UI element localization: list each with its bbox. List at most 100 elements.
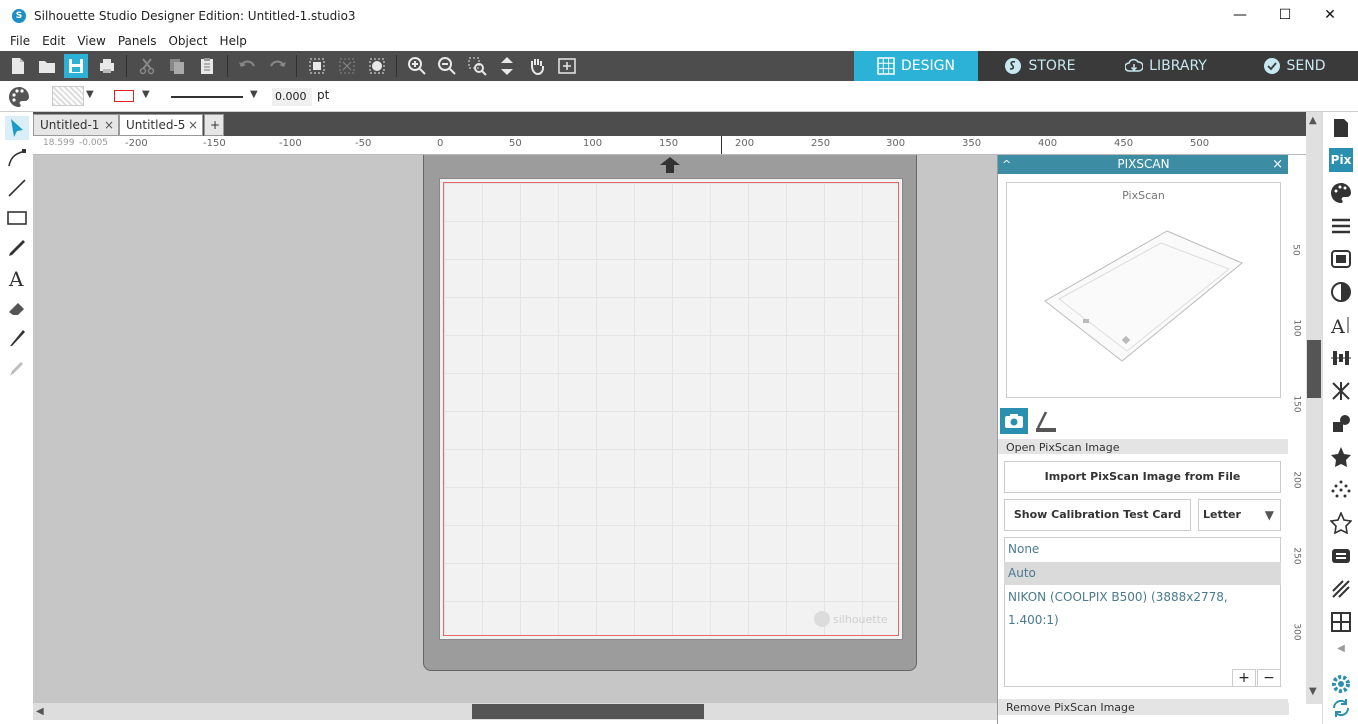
zoom-out-icon[interactable] — [435, 54, 459, 78]
rectangle-tool-icon[interactable] — [5, 206, 29, 230]
palette-icon[interactable] — [7, 85, 31, 109]
add-tab-button[interactable]: + — [204, 114, 224, 136]
contrast-icon[interactable] — [1329, 280, 1353, 304]
save-icon[interactable] — [64, 54, 88, 78]
tab-store[interactable]: STORE — [978, 51, 1102, 81]
minimize-button[interactable]: — — [1217, 0, 1263, 31]
import-pixscan-button[interactable]: Import PixScan Image from File — [1004, 461, 1281, 493]
tab-design[interactable]: DESIGN — [854, 51, 978, 81]
select-arrow-icon[interactable] — [5, 116, 29, 140]
point-edit-icon[interactable] — [5, 146, 29, 170]
undo-icon[interactable] — [235, 54, 259, 78]
vertical-scrollbar[interactable]: ▲ ▼ — [1306, 112, 1322, 704]
ungroup-icon[interactable] — [335, 54, 359, 78]
group-icon[interactable] — [305, 54, 329, 78]
zoom-fit-icon[interactable] — [555, 54, 579, 78]
paste-icon[interactable] — [195, 54, 219, 78]
line-style-icon[interactable] — [1329, 214, 1353, 238]
property-bar: ▼ ▼ ▼ 0.000 pt — [0, 81, 1358, 112]
fill-palette-icon[interactable] — [1329, 181, 1353, 205]
copy-icon[interactable] — [165, 54, 189, 78]
scanner-icon[interactable] — [1032, 408, 1060, 434]
chevron-down-icon[interactable]: ▼ — [250, 89, 258, 100]
doc-tab-untitled-1[interactable]: Untitled-1 × — [33, 114, 119, 136]
tab-send[interactable]: SEND — [1230, 51, 1358, 81]
line-width-input[interactable]: 0.000 — [272, 88, 312, 106]
close-tab-icon[interactable]: × — [104, 115, 114, 135]
fill-pattern-swatch[interactable] — [52, 86, 84, 106]
page-setup-icon[interactable] — [1329, 116, 1353, 140]
menu-help[interactable]: Help — [214, 34, 253, 48]
menu-file[interactable]: File — [4, 34, 36, 48]
tab-send-label: SEND — [1286, 58, 1326, 74]
image-effects-icon[interactable] — [1329, 247, 1353, 271]
list-item[interactable]: NIKON (COOLPIX B500) (3888x2778, 1.400:1… — [1004, 586, 1281, 627]
print-icon[interactable] — [95, 54, 119, 78]
list-item-selected[interactable]: Auto — [1004, 562, 1281, 585]
sync-icon[interactable] — [1329, 696, 1353, 720]
remove-profile-button[interactable]: − — [1257, 669, 1281, 687]
eyedropper-tool-icon[interactable] — [5, 356, 29, 380]
collapse-strip-icon[interactable]: ◀ — [1329, 640, 1353, 656]
text-tool-icon[interactable]: A — [5, 266, 29, 290]
modify-icon[interactable] — [1329, 412, 1353, 436]
panel-close-icon[interactable]: × — [1272, 155, 1283, 174]
star-badge-icon[interactable] — [1329, 445, 1353, 469]
menu-view[interactable]: View — [71, 34, 111, 48]
scroll-down-icon[interactable]: ▼ — [1309, 686, 1317, 697]
pan-hand-icon[interactable] — [525, 54, 549, 78]
main-toolbar: DESIGN STORE LIBRARY SEND — [0, 51, 1358, 81]
menu-edit[interactable]: Edit — [36, 34, 71, 48]
text-style-icon[interactable]: A — [1329, 313, 1353, 337]
list-item[interactable]: None — [1004, 538, 1281, 561]
align-icon[interactable] — [1329, 346, 1353, 370]
knife-tool-icon[interactable] — [5, 326, 29, 350]
redo-icon[interactable] — [266, 54, 290, 78]
close-button[interactable]: ✕ — [1307, 0, 1353, 31]
transform-icon[interactable] — [1329, 379, 1353, 403]
paper-size-select[interactable]: Letter ▼ — [1198, 499, 1281, 531]
design-canvas[interactable]: silhouette — [33, 155, 997, 703]
scroll-up-icon[interactable]: ▲ — [1309, 115, 1317, 126]
compound-path-icon[interactable] — [365, 54, 389, 78]
scroll-thumb[interactable] — [1307, 340, 1321, 398]
pixscan-panel-icon[interactable]: Pix — [1329, 148, 1353, 172]
camera-icon[interactable] — [1000, 408, 1028, 434]
collapse-icon[interactable]: ^ — [1002, 155, 1011, 174]
horizontal-scrollbar[interactable]: ◀ — [33, 703, 997, 720]
scroll-thumb[interactable] — [472, 704, 704, 719]
chevron-down-icon[interactable]: ▼ — [142, 89, 150, 100]
zoom-select-icon[interactable] — [465, 54, 489, 78]
page-area[interactable]: silhouette — [439, 178, 903, 640]
pencil-tool-icon[interactable] — [5, 236, 29, 260]
tab-library[interactable]: LIBRARY — [1102, 51, 1230, 81]
scroll-left-icon[interactable]: ◀ — [36, 706, 44, 717]
new-file-icon[interactable] — [6, 54, 30, 78]
replicate-icon[interactable] — [1329, 610, 1353, 634]
star-outline-icon[interactable] — [1329, 511, 1353, 535]
pixscan-panel: ^ PIXSCAN × PixScan Open PixScan Image I… — [997, 155, 1289, 724]
vertical-ruler: 50 100 150 200 250 300 — [1288, 155, 1306, 703]
eraser-tool-icon[interactable] — [5, 296, 29, 320]
open-folder-icon[interactable] — [35, 54, 59, 78]
chevron-down-icon[interactable]: ▼ — [86, 89, 94, 100]
menu-panels[interactable]: Panels — [112, 34, 163, 48]
line-width-unit: pt — [317, 88, 330, 102]
menu-object[interactable]: Object — [162, 34, 213, 48]
offset-icon[interactable] — [1329, 544, 1353, 568]
trace-icon[interactable] — [1329, 478, 1353, 502]
line-color-swatch[interactable] — [114, 90, 134, 102]
line-style-sample[interactable] — [171, 96, 243, 98]
maximize-button[interactable]: ☐ — [1262, 0, 1308, 31]
sketch-icon[interactable] — [1329, 577, 1353, 601]
show-calibration-button[interactable]: Show Calibration Test Card — [1004, 499, 1191, 531]
add-profile-button[interactable]: + — [1232, 669, 1256, 687]
line-tool-icon[interactable] — [5, 176, 29, 200]
close-tab-icon[interactable]: × — [188, 115, 198, 135]
doc-tab-untitled-5[interactable]: Untitled-5 × — [119, 114, 203, 136]
zoom-in-icon[interactable] — [405, 54, 429, 78]
settings-gear-icon[interactable] — [1329, 672, 1353, 696]
pixscan-mat-illustration — [1044, 230, 1243, 362]
cut-icon[interactable] — [135, 54, 159, 78]
fit-to-page-icon[interactable] — [495, 54, 519, 78]
